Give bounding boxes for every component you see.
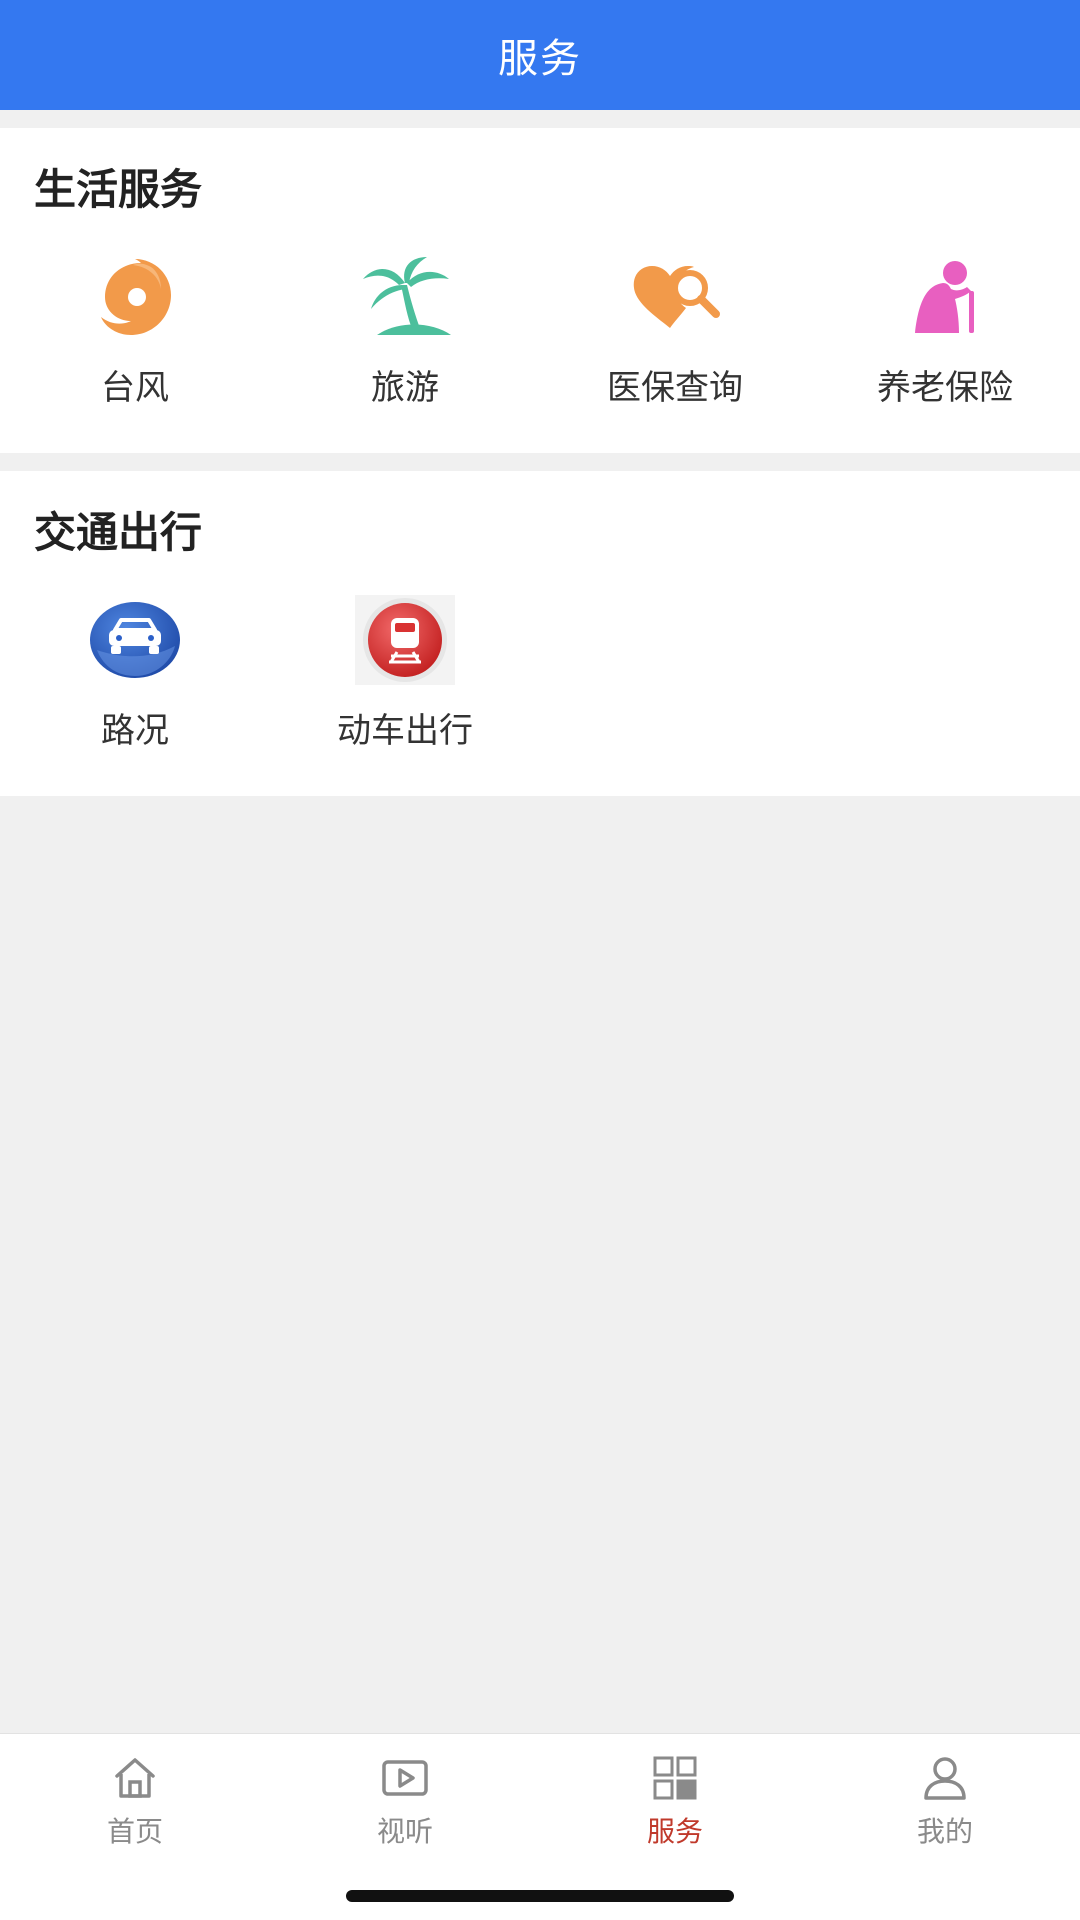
home-icon xyxy=(111,1754,159,1802)
car-icon xyxy=(85,595,185,685)
service-label: 路况 xyxy=(101,711,169,751)
service-medical-insurance[interactable]: 医保查询 xyxy=(540,252,810,432)
elderly-icon xyxy=(895,252,995,342)
typhoon-icon xyxy=(85,252,185,342)
home-indicator[interactable] xyxy=(346,1890,734,1902)
health-search-icon xyxy=(625,252,725,342)
service-grid: 台风 旅游 医保查询 养老保险 xyxy=(0,252,1080,432)
service-label: 旅游 xyxy=(371,368,439,408)
tab-home[interactable]: 首页 xyxy=(0,1734,270,1864)
tab-profile[interactable]: 我的 xyxy=(810,1734,1080,1864)
service-label: 动车出行 xyxy=(337,711,473,751)
play-icon xyxy=(381,1754,429,1802)
tab-services[interactable]: 服务 xyxy=(540,1734,810,1864)
page-title: 服务 xyxy=(498,36,582,82)
section-life-services: 生活服务 台风 旅游 医保查询 养老保险 xyxy=(0,128,1080,453)
service-label: 台风 xyxy=(101,368,169,408)
section-title: 交通出行 xyxy=(34,508,203,557)
service-pension-insurance[interactable]: 养老保险 xyxy=(810,252,1080,432)
service-label: 养老保险 xyxy=(877,368,1013,408)
tab-label: 我的 xyxy=(916,1815,973,1848)
tab-video[interactable]: 视听 xyxy=(270,1734,540,1864)
service-travel[interactable]: 旅游 xyxy=(270,252,540,432)
grid-icon xyxy=(651,1754,699,1802)
train-icon xyxy=(355,595,455,685)
service-label: 医保查询 xyxy=(607,368,743,408)
user-icon xyxy=(921,1754,969,1802)
tab-label: 首页 xyxy=(106,1815,163,1848)
palm-tree-icon xyxy=(355,252,455,342)
section-transport: 交通出行 路况 动车出行 xyxy=(0,471,1080,796)
top-header: 服务 xyxy=(0,0,1080,110)
section-title: 生活服务 xyxy=(34,165,203,214)
service-grid: 路况 动车出行 xyxy=(0,595,1080,775)
service-road-condition[interactable]: 路况 xyxy=(0,595,270,775)
service-typhoon[interactable]: 台风 xyxy=(0,252,270,432)
tab-label: 服务 xyxy=(646,1815,703,1848)
tab-label: 视听 xyxy=(376,1815,433,1848)
service-train-travel[interactable]: 动车出行 xyxy=(270,595,540,775)
app: 服务 生活服务 台风 旅游 医保查询 养老保险 交通出行 路况 动车出行 首页 … xyxy=(0,0,1080,1920)
